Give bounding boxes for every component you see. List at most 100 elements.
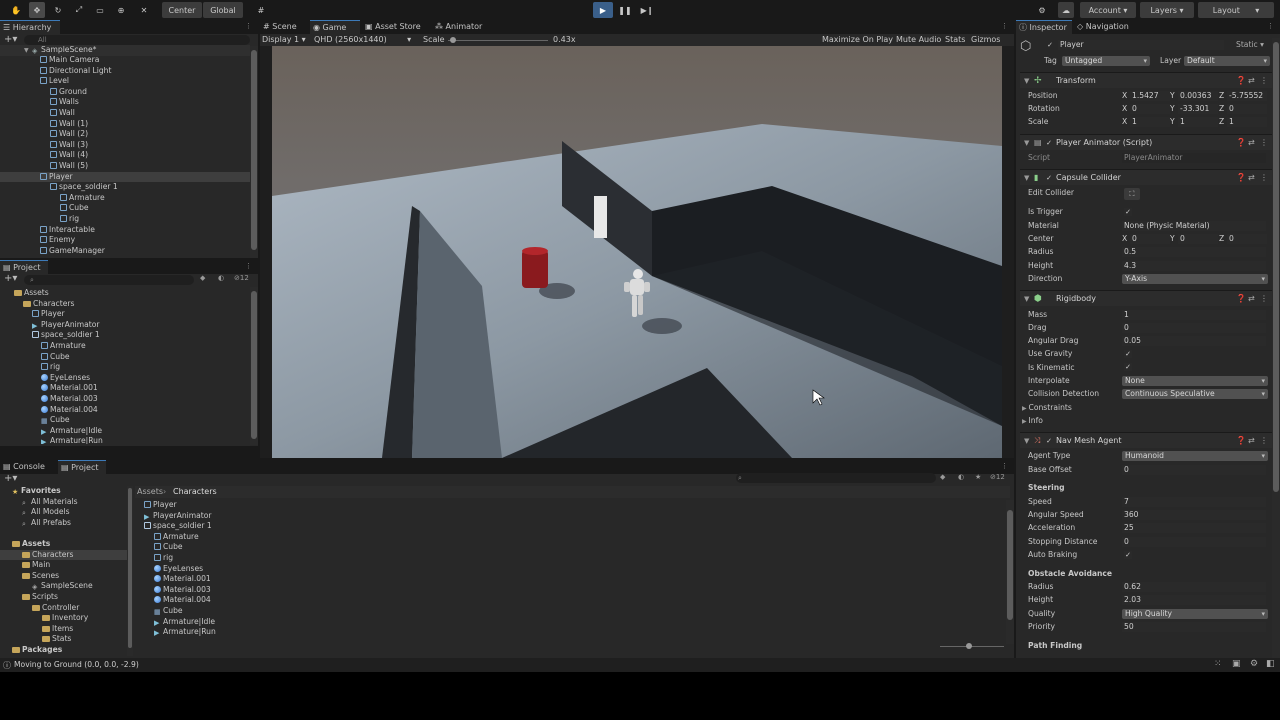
hierarchy-search-input[interactable]: All — [24, 35, 250, 45]
avoid-height-field[interactable]: 2.03 — [1122, 595, 1266, 605]
hierarchy-item[interactable]: Wall (1) — [0, 119, 250, 130]
file-item[interactable]: Armature — [138, 532, 998, 543]
player-animator-header[interactable]: ▼ ▤ ✓ Player Animator (Script) ❓ ⇄ ⋮ — [1020, 134, 1272, 150]
project-item[interactable]: Characters — [0, 299, 250, 310]
hierarchy-item[interactable]: Interactable — [0, 225, 250, 236]
tab-game[interactable]: ◉ Game — [310, 20, 360, 34]
project-item[interactable]: ▶Armature|Idle — [0, 426, 250, 437]
speed-field[interactable]: 7 — [1122, 497, 1266, 507]
preset-icon[interactable]: ⇄ — [1248, 73, 1255, 89]
collision-detection-dropdown[interactable]: Continuous Speculative — [1122, 389, 1268, 399]
hierarchy-item[interactable]: Cube — [0, 203, 250, 214]
project-item[interactable]: Player — [0, 309, 250, 320]
cloud-icon[interactable]: ☁ — [1058, 2, 1074, 18]
hierarchy-item[interactable]: Player — [0, 172, 250, 183]
hierarchy-scroll-thumb[interactable] — [251, 50, 257, 250]
auto-braking-checkbox[interactable]: ✓ — [1124, 551, 1132, 559]
file-item[interactable]: EyeLenses — [138, 564, 998, 575]
tag-dropdown[interactable]: Untagged — [1062, 56, 1150, 66]
cache-icon[interactable]: ◧ — [1266, 659, 1275, 669]
tab-project-bottom[interactable]: ▤ Project — [58, 460, 106, 474]
gizmos-dropdown[interactable]: Gizmos — [971, 35, 1000, 44]
project-item[interactable]: ▶Armature|Run — [0, 436, 250, 444]
tab-scene[interactable]: # Scene — [260, 20, 310, 34]
hierarchy-item[interactable]: rig — [0, 214, 250, 225]
object-name-field[interactable]: Player — [1058, 40, 1224, 50]
create-icon[interactable]: +▾ — [4, 34, 17, 45]
inspector-scrollbar[interactable] — [1272, 38, 1280, 658]
file-item[interactable]: Cube — [138, 542, 998, 553]
position-x-field[interactable]: 1.5427 — [1130, 91, 1170, 101]
file-item[interactable]: Player — [138, 500, 998, 511]
help-icon[interactable]: ❓ — [1236, 170, 1246, 186]
tree-scroll-thumb[interactable] — [128, 488, 132, 648]
component-menu-icon[interactable]: ⋮ — [1260, 135, 1268, 151]
component-enabled-checkbox[interactable]: ✓ — [1045, 437, 1053, 445]
component-enabled-checkbox[interactable]: ✓ — [1045, 174, 1053, 182]
file-item[interactable]: ▶PlayerAnimator — [138, 511, 998, 522]
static-dropdown[interactable]: Static ▾ — [1236, 40, 1264, 49]
active-checkbox[interactable]: ✓ — [1046, 41, 1054, 49]
custom-tool-icon[interactable]: ✕ — [136, 2, 152, 18]
project-item[interactable]: Material.003 — [0, 394, 250, 405]
game-viewport[interactable] — [272, 46, 1002, 458]
hierarchy-scrollbar[interactable] — [250, 46, 258, 258]
panel-menu-icon[interactable]: ⋮ — [245, 22, 252, 30]
constraints-foldout[interactable]: ▶ Constraints — [1022, 401, 1072, 414]
files-scroll-thumb[interactable] — [1007, 510, 1013, 620]
avoid-radius-field[interactable]: 0.62 — [1122, 582, 1266, 592]
maximize-on-play-toggle[interactable]: Maximize On Play — [822, 35, 893, 44]
scale-tool-icon[interactable]: ⤢ — [71, 2, 87, 18]
folder-tree-item[interactable]: Stats — [0, 634, 127, 645]
collab-icon[interactable]: ⚙ — [1034, 2, 1050, 18]
radius-field[interactable]: 0.5 — [1122, 247, 1266, 257]
tab-asset-store[interactable]: ▣ Asset Store — [362, 20, 428, 34]
panel-menu-icon[interactable]: ⋮ — [1267, 22, 1274, 30]
hierarchy-item[interactable]: Enemy — [0, 235, 250, 246]
file-item[interactable]: Material.004 — [138, 595, 998, 606]
component-menu-icon[interactable]: ⋮ — [1260, 73, 1268, 89]
help-icon[interactable]: ❓ — [1236, 291, 1246, 307]
project-item[interactable]: Material.004 — [0, 405, 250, 416]
hierarchy-item[interactable]: Ground — [0, 87, 250, 98]
preset-icon[interactable]: ⇄ — [1248, 135, 1255, 151]
hierarchy-item[interactable]: space_soldier 1 — [0, 182, 250, 193]
file-item[interactable]: rig — [138, 553, 998, 564]
progress-icon[interactable]: ⁙ — [1214, 659, 1222, 669]
center-y-field[interactable]: 0 — [1178, 234, 1218, 244]
file-item[interactable]: Material.003 — [138, 585, 998, 596]
hierarchy-item[interactable]: Directional Light — [0, 66, 250, 77]
folder-tree-item[interactable]: Items — [0, 624, 127, 635]
folder-tree-item[interactable]: ◈SampleScene — [0, 581, 127, 592]
create-asset-icon[interactable]: +▾ — [4, 473, 17, 484]
layers-dropdown[interactable]: Layers ▾ — [1140, 2, 1194, 18]
pause-button[interactable]: ❚❚ — [615, 2, 635, 18]
quality-dropdown[interactable]: High Quality — [1122, 609, 1268, 619]
scale-slider[interactable] — [448, 40, 548, 41]
navmesh-agent-header[interactable]: ▼ ⤨ ✓ Nav Mesh Agent ❓ ⇄ ⋮ — [1020, 432, 1272, 448]
tab-project[interactable]: ▤ Project — [0, 260, 48, 274]
breadcrumb-characters[interactable]: Characters — [173, 487, 217, 496]
file-item[interactable]: space_soldier 1 — [138, 521, 998, 532]
grid-snap-icon[interactable]: # — [253, 2, 269, 18]
folder-tree-item[interactable]: Inventory — [0, 613, 127, 624]
project-item[interactable]: ▶PlayerAnimator — [0, 320, 250, 331]
hierarchy-item[interactable]: Wall (5) — [0, 161, 250, 172]
file-item[interactable]: ▶Armature|Run — [138, 627, 998, 638]
create-asset-icon[interactable]: +▾ — [4, 273, 17, 284]
account-dropdown[interactable]: Account ▾ — [1080, 2, 1136, 18]
hierarchy-item[interactable]: Wall (2) — [0, 129, 250, 140]
hierarchy-item[interactable]: Main Camera — [0, 55, 250, 66]
favorite-icon[interactable]: ★ — [975, 473, 981, 481]
folder-tree-item[interactable]: Packages — [0, 645, 127, 656]
rotation-x-field[interactable]: 0 — [1130, 104, 1170, 114]
folder-tree-item[interactable]: ⌕All Models — [0, 507, 127, 518]
inspector-scroll-thumb[interactable] — [1273, 42, 1279, 492]
folder-tree-item[interactable]: ⌕All Prefabs — [0, 518, 127, 529]
hierarchy-item[interactable]: Armature — [0, 193, 250, 204]
bug-icon[interactable]: ⚙ — [1250, 659, 1258, 669]
height-field[interactable]: 4.3 — [1122, 261, 1266, 271]
layers-status-icon[interactable]: ▣ — [1232, 659, 1241, 669]
help-icon[interactable]: ❓ — [1236, 433, 1246, 449]
stats-toggle[interactable]: Stats — [945, 35, 965, 44]
